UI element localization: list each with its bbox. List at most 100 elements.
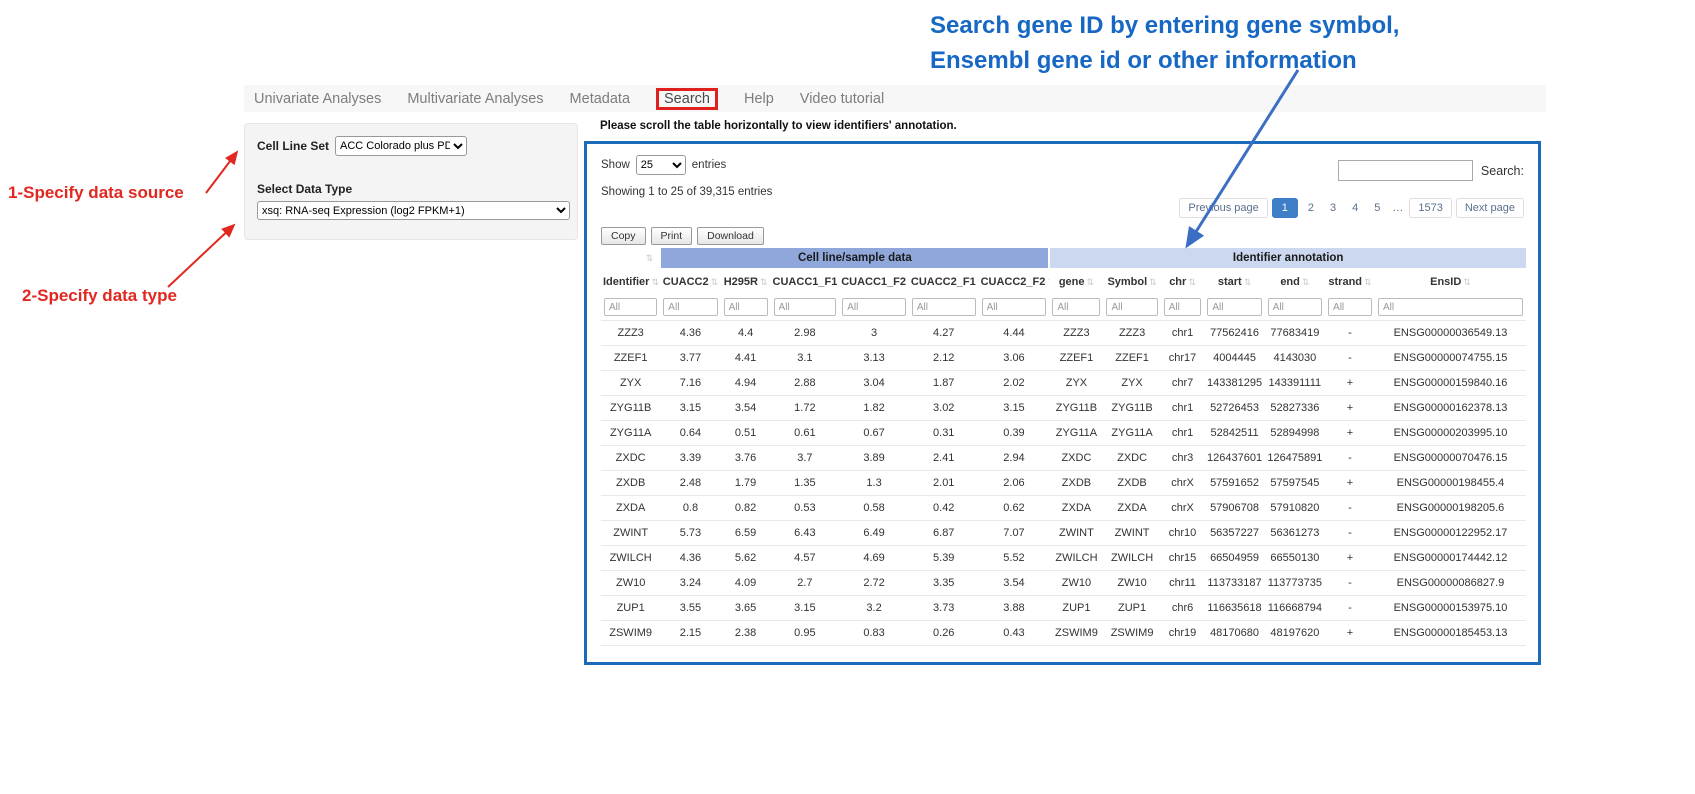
table-cell: ZYG11B bbox=[1049, 396, 1103, 421]
table-cell: 4.36 bbox=[660, 546, 720, 571]
table-cell: 52894998 bbox=[1265, 421, 1325, 446]
filter-input-cuacc1_f1[interactable] bbox=[774, 298, 837, 316]
table-cell: 2.7 bbox=[771, 571, 840, 596]
column-header-chr[interactable]: chr⇅ bbox=[1161, 268, 1205, 294]
table-cell: 3.35 bbox=[909, 571, 979, 596]
nav-item-metadata[interactable]: Metadata bbox=[570, 91, 630, 107]
filter-input-end[interactable] bbox=[1268, 298, 1322, 316]
column-header-cuacc1_f2[interactable]: CUACC1_F2⇅ bbox=[839, 268, 909, 294]
table-row[interactable]: ZYG11A0.640.510.610.670.310.39ZYG11AZYG1… bbox=[601, 421, 1526, 446]
search-label: Search: bbox=[1481, 164, 1524, 178]
group-header-identifier-annotation: Identifier annotation bbox=[1049, 248, 1526, 268]
table-cell: ZW10 bbox=[1049, 571, 1103, 596]
filter-input-h295r[interactable] bbox=[724, 298, 768, 316]
column-header-gene[interactable]: gene⇅ bbox=[1049, 268, 1103, 294]
table-row[interactable]: ZXDC3.393.763.73.892.412.94ZXDCZXDCchr31… bbox=[601, 446, 1526, 471]
table-row[interactable]: ZXDB2.481.791.351.32.012.06ZXDBZXDBchrX5… bbox=[601, 471, 1526, 496]
table-cell: 3.73 bbox=[909, 596, 979, 621]
table-cell: 0.67 bbox=[839, 421, 909, 446]
table-row[interactable]: ZYX7.164.942.883.041.872.02ZYXZYXchr7143… bbox=[601, 371, 1526, 396]
cell-line-set-select[interactable]: ACC Colorado plus PDX bbox=[335, 136, 467, 156]
data-type-select[interactable]: xsq: RNA-seq Expression (log2 FPKM+1) bbox=[257, 201, 570, 220]
nav-item-univariate-analyses[interactable]: Univariate Analyses bbox=[254, 91, 381, 107]
column-header-start[interactable]: start⇅ bbox=[1204, 268, 1264, 294]
table-cell: chr1 bbox=[1161, 321, 1205, 346]
pagination-page-2[interactable]: 2 bbox=[1302, 199, 1320, 217]
table-cell: ZZZ3 bbox=[1103, 321, 1160, 346]
column-header-ensid[interactable]: EnsID⇅ bbox=[1375, 268, 1526, 294]
table-cell: ZYX bbox=[1103, 371, 1160, 396]
nav-item-multivariate-analyses[interactable]: Multivariate Analyses bbox=[407, 91, 543, 107]
download-button[interactable]: Download bbox=[697, 227, 764, 245]
filter-input-gene[interactable] bbox=[1052, 298, 1100, 316]
nav-item-help[interactable]: Help bbox=[744, 91, 774, 107]
copy-button[interactable]: Copy bbox=[601, 227, 646, 245]
table-cell: ZXDB bbox=[601, 471, 660, 496]
table-cell: 3.39 bbox=[660, 446, 720, 471]
table-row[interactable]: ZYG11B3.153.541.721.823.023.15ZYG11BZYG1… bbox=[601, 396, 1526, 421]
table-cell: 2.06 bbox=[979, 471, 1050, 496]
column-header-symbol[interactable]: Symbol⇅ bbox=[1103, 268, 1160, 294]
showing-entries-text: Showing 1 to 25 of 39,315 entries bbox=[601, 186, 772, 198]
filter-input-identifier[interactable] bbox=[604, 298, 657, 316]
table-cell: chr6 bbox=[1161, 596, 1205, 621]
page-length-select[interactable]: 25 bbox=[636, 155, 686, 175]
column-header-end[interactable]: end⇅ bbox=[1265, 268, 1325, 294]
filter-input-start[interactable] bbox=[1207, 298, 1261, 316]
table-cell: 0.42 bbox=[909, 496, 979, 521]
column-header-cuacc2_f2[interactable]: CUACC2_F2⇅ bbox=[979, 268, 1050, 294]
filter-input-cuacc2_f2[interactable] bbox=[982, 298, 1047, 316]
pagination-page-1[interactable]: 1 bbox=[1272, 198, 1298, 218]
table-row[interactable]: ZSWIM92.152.380.950.830.260.43ZSWIM9ZSWI… bbox=[601, 621, 1526, 646]
search-input[interactable] bbox=[1338, 160, 1473, 181]
pagination-page-3[interactable]: 3 bbox=[1324, 199, 1342, 217]
table-cell: 0.61 bbox=[771, 421, 840, 446]
table-cell: 4.69 bbox=[839, 546, 909, 571]
column-label: start bbox=[1218, 276, 1242, 288]
table-cell: ZZEF1 bbox=[1049, 346, 1103, 371]
table-cell: - bbox=[1325, 321, 1375, 346]
nav-item-video-tutorial[interactable]: Video tutorial bbox=[800, 91, 884, 107]
table-row[interactable]: ZXDA0.80.820.530.580.420.62ZXDAZXDAchrX5… bbox=[601, 496, 1526, 521]
table-cell: - bbox=[1325, 346, 1375, 371]
pagination-previous-button[interactable]: Previous page bbox=[1179, 198, 1267, 218]
table-cell: 57591652 bbox=[1204, 471, 1264, 496]
filter-input-chr[interactable] bbox=[1164, 298, 1202, 316]
column-header-strand[interactable]: strand⇅ bbox=[1325, 268, 1375, 294]
filter-cell bbox=[601, 294, 660, 321]
filter-input-strand[interactable] bbox=[1328, 298, 1372, 316]
filter-input-cuacc2_f1[interactable] bbox=[912, 298, 976, 316]
table-row[interactable]: ZUP13.553.653.153.23.733.88ZUP1ZUP1chr61… bbox=[601, 596, 1526, 621]
filter-input-symbol[interactable] bbox=[1106, 298, 1157, 316]
table-cell: - bbox=[1325, 521, 1375, 546]
table-cell: 52827336 bbox=[1265, 396, 1325, 421]
table-cell: 3.15 bbox=[660, 396, 720, 421]
filter-input-cuacc2[interactable] bbox=[663, 298, 717, 316]
column-header-h295r[interactable]: H295R⇅ bbox=[721, 268, 771, 294]
filter-input-cuacc1_f2[interactable] bbox=[842, 298, 906, 316]
pagination-page-5[interactable]: 5 bbox=[1368, 199, 1386, 217]
table-cell: ENSG00000198205.6 bbox=[1375, 496, 1526, 521]
column-label: CUACC2 bbox=[663, 276, 709, 288]
pagination-page-1573[interactable]: 1573 bbox=[1409, 198, 1451, 218]
table-row[interactable]: ZZZ34.364.42.9834.274.44ZZZ3ZZZ3chr17756… bbox=[601, 321, 1526, 346]
group-blank-cell[interactable]: ⇅ bbox=[601, 248, 660, 268]
search-annotation-line2: Ensembl gene id or other information bbox=[930, 43, 1399, 78]
column-header-cuacc2[interactable]: CUACC2⇅ bbox=[660, 268, 720, 294]
table-cell: 113733187 bbox=[1204, 571, 1264, 596]
nav-item-search[interactable]: Search bbox=[656, 88, 718, 110]
table-cell: 3.76 bbox=[721, 446, 771, 471]
red-arrow-data-source bbox=[206, 152, 237, 193]
filter-input-ensid[interactable] bbox=[1378, 298, 1523, 316]
print-button[interactable]: Print bbox=[651, 227, 693, 245]
table-row[interactable]: ZWINT5.736.596.436.496.877.07ZWINTZWINTc… bbox=[601, 521, 1526, 546]
table-row[interactable]: ZWILCH4.365.624.574.695.395.52ZWILCHZWIL… bbox=[601, 546, 1526, 571]
table-row[interactable]: ZZEF13.774.413.13.132.123.06ZZEF1ZZEF1ch… bbox=[601, 346, 1526, 371]
column-header-identifier[interactable]: Identifier⇅ bbox=[601, 268, 660, 294]
pagination-page-4[interactable]: 4 bbox=[1346, 199, 1364, 217]
table-row[interactable]: ZW103.244.092.72.723.353.54ZW10ZW10chr11… bbox=[601, 571, 1526, 596]
column-header-cuacc2_f1[interactable]: CUACC2_F1⇅ bbox=[909, 268, 979, 294]
column-header-cuacc1_f1[interactable]: CUACC1_F1⇅ bbox=[771, 268, 840, 294]
step1-annotation: 1-Specify data source bbox=[8, 183, 184, 203]
pagination-next-button[interactable]: Next page bbox=[1456, 198, 1524, 218]
